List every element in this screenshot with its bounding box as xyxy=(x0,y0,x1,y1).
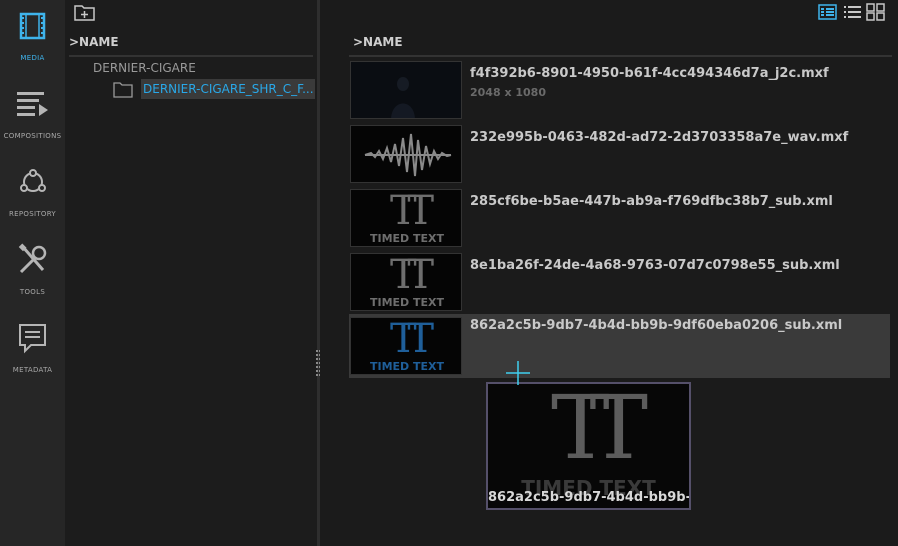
drag-preview-glyph: TT xyxy=(550,382,648,479)
asset-row[interactable]: TT TIMED TEXT 8e1ba26f-24de-4a68-9763-07… xyxy=(349,252,890,314)
nav-repository-label: REPOSITORY xyxy=(8,210,56,218)
nav-metadata-label: METADATA xyxy=(12,366,53,374)
asset-row[interactable]: 232e995b-0463-482d-ad72-2d3703358a7e_wav… xyxy=(349,124,890,186)
nav-media[interactable]: MEDIA xyxy=(0,0,65,78)
drag-preview-label: 862a2c5b-9db7-4b4d-bb9b-9 xyxy=(488,490,689,505)
film-icon xyxy=(19,12,46,40)
asset-row[interactable]: f4f392b6-8901-4950-b61f-4cc494346d7a_j2c… xyxy=(349,60,890,122)
timed-text-thumbnail: TT TIMED TEXT xyxy=(350,189,462,247)
list-view-icon[interactable] xyxy=(843,3,862,21)
add-folder-icon[interactable] xyxy=(74,3,96,22)
compositions-icon xyxy=(17,92,48,116)
audio-waveform-thumbnail xyxy=(350,125,462,183)
timed-text-glyph: TT xyxy=(389,189,434,234)
timed-text-caption: TIMED TEXT xyxy=(369,232,445,245)
asset-row-selected[interactable]: TT TIMED TEXT 862a2c5b-9db7-4b4d-bb9b-9d… xyxy=(349,314,890,378)
nav-media-label: MEDIA xyxy=(20,54,45,62)
detail-list-view-icon[interactable] xyxy=(818,3,837,21)
asset-name: 862a2c5b-9db7-4b4d-bb9b-9df60eba0206_sub… xyxy=(470,318,843,333)
timed-text-glyph: TT xyxy=(389,253,434,298)
asset-name: 285cf6be-b5ae-447b-ab9a-f769dfbc38b7_sub… xyxy=(470,194,833,209)
grid-view-icon[interactable] xyxy=(866,3,885,21)
nav-compositions-label: COMPOSITIONS xyxy=(3,132,62,140)
asset-row[interactable]: TT TIMED TEXT 285cf6be-b5ae-447b-ab9a-f7… xyxy=(349,188,890,250)
folder-icon xyxy=(113,82,133,98)
timed-text-caption: TIMED TEXT xyxy=(369,360,445,373)
asset-header-divider xyxy=(349,55,892,57)
timed-text-thumbnail: TT TIMED TEXT xyxy=(350,253,462,311)
tools-icon xyxy=(18,243,47,274)
nav-compositions[interactable]: COMPOSITIONS xyxy=(0,78,65,156)
nav-metadata[interactable]: METADATA xyxy=(0,312,65,390)
asset-resolution: 2048 x 1080 xyxy=(470,86,546,99)
asset-name: 232e995b-0463-482d-ad72-2d3703358a7e_wav… xyxy=(470,130,849,145)
folder-name-column-header[interactable]: >NAME xyxy=(69,35,119,49)
repository-icon xyxy=(20,169,46,192)
crosshair-cursor-icon xyxy=(506,361,530,385)
tree-root-item[interactable]: DERNIER-CIGARE xyxy=(93,61,196,75)
tree-selected-folder[interactable]: DERNIER-CIGARE_SHR_C_F... xyxy=(141,79,315,99)
asset-name: 8e1ba26f-24de-4a68-9763-07d7c0798e55_sub… xyxy=(470,258,840,273)
navigation-rail: MEDIA COMPOSITIONS REPOSITORY TOOLS META… xyxy=(0,0,65,546)
folder-panel: >NAME DERNIER-CIGARE DERNIER-CIGARE_SHR_… xyxy=(65,0,317,546)
metadata-icon xyxy=(19,324,46,354)
timed-text-thumbnail: TT TIMED TEXT xyxy=(350,317,462,375)
nav-tools[interactable]: TOOLS xyxy=(0,234,65,312)
drag-preview: TT TIMED TEXT 862a2c5b-9db7-4b4d-bb9b-9 xyxy=(486,382,691,510)
timed-text-glyph: TT xyxy=(389,317,434,362)
nav-tools-label: TOOLS xyxy=(19,288,46,296)
nav-repository[interactable]: REPOSITORY xyxy=(0,156,65,234)
folder-header-divider xyxy=(69,55,313,57)
video-thumbnail xyxy=(350,61,462,119)
asset-name: f4f392b6-8901-4950-b61f-4cc494346d7a_j2c… xyxy=(470,66,829,81)
asset-name-column-header[interactable]: >NAME xyxy=(353,35,403,49)
timed-text-caption: TIMED TEXT xyxy=(369,296,445,309)
